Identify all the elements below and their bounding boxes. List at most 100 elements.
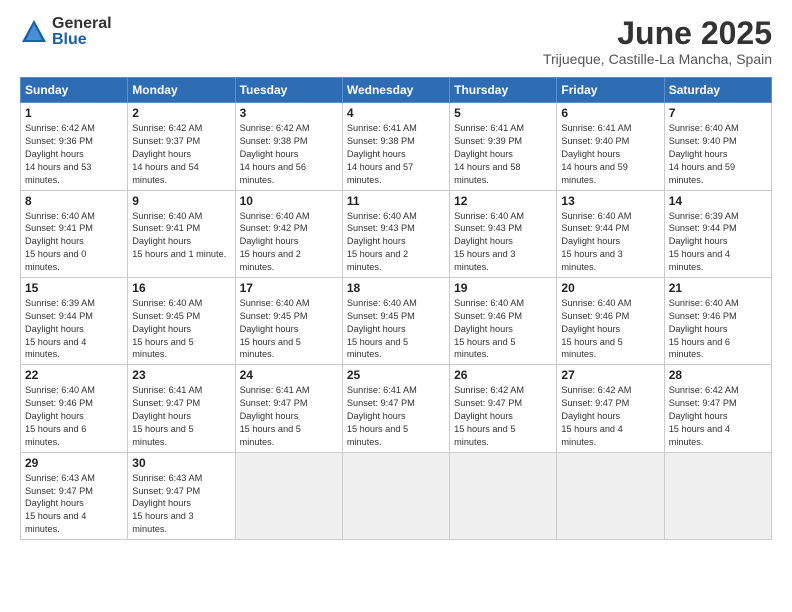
day-number: 3 — [240, 106, 338, 120]
calendar-cell: 2 Sunrise: 6:42 AMSunset: 9:37 PMDaylight… — [128, 103, 235, 190]
day-info: Sunrise: 6:40 AMSunset: 9:46 PMDaylight … — [454, 297, 552, 361]
calendar-cell: 23Sunrise: 6:41 AMSunset: 9:47 PMDayligh… — [128, 365, 235, 452]
calendar-cell — [450, 452, 557, 539]
calendar-cell: 9Sunrise: 6:40 AMSunset: 9:41 PMDaylight… — [128, 190, 235, 277]
month-title: June 2025 — [543, 16, 772, 51]
day-number: 29 — [25, 456, 123, 470]
day-number: 22 — [25, 368, 123, 382]
calendar-cell: 12Sunrise: 6:40 AMSunset: 9:43 PMDayligh… — [450, 190, 557, 277]
calendar-cell: 17Sunrise: 6:40 AMSunset: 9:45 PMDayligh… — [235, 277, 342, 364]
day-number: 2 — [132, 106, 230, 120]
calendar-cell: 26Sunrise: 6:42 AMSunset: 9:47 PMDayligh… — [450, 365, 557, 452]
day-number: 1 — [25, 106, 123, 120]
col-header-wednesday: Wednesday — [342, 78, 449, 103]
location-title: Trijueque, Castille-La Mancha, Spain — [543, 51, 772, 67]
day-info: Sunrise: 6:39 AMSunset: 9:44 PMDaylight … — [669, 210, 767, 274]
logo-blue-text: Blue — [52, 32, 112, 48]
col-header-tuesday: Tuesday — [235, 78, 342, 103]
day-number: 18 — [347, 281, 445, 295]
calendar-cell: 7 Sunrise: 6:40 AMSunset: 9:40 PMDaylight… — [664, 103, 771, 190]
calendar-cell: 6 Sunrise: 6:41 AMSunset: 9:40 PMDaylight… — [557, 103, 664, 190]
day-number: 4 — [347, 106, 445, 120]
day-number: 30 — [132, 456, 230, 470]
day-info: Sunrise: 6:40 AMSunset: 9:43 PMDaylight … — [454, 210, 552, 274]
calendar-cell: 18 Sunrise: 6:40 AMSunset: 9:45 PMDayligh… — [342, 277, 449, 364]
day-info: Sunrise: 6:42 AMSunset: 9:38 PMDaylight … — [240, 122, 338, 186]
day-info: Sunrise: 6:43 AMSunset: 9:47 PMDaylight … — [132, 472, 230, 536]
col-header-monday: Monday — [128, 78, 235, 103]
day-info: Sunrise: 6:41 AMSunset: 9:38 PMDaylight … — [347, 122, 445, 186]
calendar-cell: 14 Sunrise: 6:39 AMSunset: 9:44 PMDayligh… — [664, 190, 771, 277]
day-info: Sunrise: 6:41 AMSunset: 9:47 PMDaylight … — [347, 384, 445, 448]
day-number: 7 — [669, 106, 767, 120]
calendar-cell: 21 Sunrise: 6:40 AMSunset: 9:46 PMDayligh… — [664, 277, 771, 364]
day-info: Sunrise: 6:40 AMSunset: 9:46 PMDaylight … — [669, 297, 767, 361]
day-info: Sunrise: 6:40 AMSunset: 9:41 PMDaylight … — [25, 210, 123, 274]
day-number: 14 — [669, 194, 767, 208]
day-number: 26 — [454, 368, 552, 382]
day-info: Sunrise: 6:40 AMSunset: 9:45 PMDaylight … — [132, 297, 230, 361]
calendar-page: General Blue June 2025 Trijueque, Castil… — [0, 0, 792, 612]
calendar-cell: 22 Sunrise: 6:40 AMSunset: 9:46 PMDayligh… — [21, 365, 128, 452]
day-number: 15 — [25, 281, 123, 295]
day-info: Sunrise: 6:42 AMSunset: 9:36 PMDaylight … — [25, 122, 123, 186]
calendar-cell — [557, 452, 664, 539]
day-info: Sunrise: 6:40 AMSunset: 9:44 PMDaylight … — [561, 210, 659, 274]
col-header-thursday: Thursday — [450, 78, 557, 103]
calendar-cell: 5Sunrise: 6:41 AMSunset: 9:39 PMDaylight… — [450, 103, 557, 190]
day-number: 24 — [240, 368, 338, 382]
calendar-cell: 30 Sunrise: 6:43 AMSunset: 9:47 PMDayligh… — [128, 452, 235, 539]
day-info: Sunrise: 6:42 AMSunset: 9:47 PMDaylight … — [669, 384, 767, 448]
calendar-cell: 10 Sunrise: 6:40 AMSunset: 9:42 PMDayligh… — [235, 190, 342, 277]
day-info: Sunrise: 6:40 AMSunset: 9:46 PMDaylight … — [25, 384, 123, 448]
day-info: Sunrise: 6:41 AMSunset: 9:47 PMDaylight … — [240, 384, 338, 448]
day-info: Sunrise: 6:40 AMSunset: 9:40 PMDaylight … — [669, 122, 767, 186]
calendar-cell: 29 Sunrise: 6:43 AMSunset: 9:47 PMDayligh… — [21, 452, 128, 539]
calendar-cell: 28 Sunrise: 6:42 AMSunset: 9:47 PMDayligh… — [664, 365, 771, 452]
logo-general-text: General — [52, 16, 112, 32]
day-number: 10 — [240, 194, 338, 208]
calendar-week-3: 15Sunrise: 6:39 AMSunset: 9:44 PMDayligh… — [21, 277, 772, 364]
day-number: 8 — [25, 194, 123, 208]
col-header-saturday: Saturday — [664, 78, 771, 103]
calendar-cell: 3 Sunrise: 6:42 AMSunset: 9:38 PMDaylight… — [235, 103, 342, 190]
calendar-cell — [664, 452, 771, 539]
day-info: Sunrise: 6:40 AMSunset: 9:43 PMDaylight … — [347, 210, 445, 274]
calendar-cell: 24 Sunrise: 6:41 AMSunset: 9:47 PMDayligh… — [235, 365, 342, 452]
calendar-cell: 19 Sunrise: 6:40 AMSunset: 9:46 PMDayligh… — [450, 277, 557, 364]
calendar-cell: 1 Sunrise: 6:42 AMSunset: 9:36 PMDaylight… — [21, 103, 128, 190]
calendar-cell: 4 Sunrise: 6:41 AMSunset: 9:38 PMDaylight… — [342, 103, 449, 190]
calendar-cell: 16 Sunrise: 6:40 AMSunset: 9:45 PMDayligh… — [128, 277, 235, 364]
day-info: Sunrise: 6:40 AMSunset: 9:42 PMDaylight … — [240, 210, 338, 274]
day-number: 6 — [561, 106, 659, 120]
day-number: 23 — [132, 368, 230, 382]
day-number: 20 — [561, 281, 659, 295]
calendar-cell: 13 Sunrise: 6:40 AMSunset: 9:44 PMDayligh… — [557, 190, 664, 277]
day-info: Sunrise: 6:43 AMSunset: 9:47 PMDaylight … — [25, 472, 123, 536]
day-info: Sunrise: 6:40 AMSunset: 9:45 PMDaylight … — [347, 297, 445, 361]
day-number: 13 — [561, 194, 659, 208]
calendar-cell: 8 Sunrise: 6:40 AMSunset: 9:41 PMDaylight… — [21, 190, 128, 277]
day-number: 17 — [240, 281, 338, 295]
day-number: 27 — [561, 368, 659, 382]
day-number: 5 — [454, 106, 552, 120]
col-header-friday: Friday — [557, 78, 664, 103]
day-number: 9 — [132, 194, 230, 208]
calendar-table: SundayMondayTuesdayWednesdayThursdayFrid… — [20, 77, 772, 540]
logo-icon — [20, 18, 48, 46]
calendar-cell: 27 Sunrise: 6:42 AMSunset: 9:47 PMDayligh… — [557, 365, 664, 452]
day-info: Sunrise: 6:40 AMSunset: 9:46 PMDaylight … — [561, 297, 659, 361]
col-header-sunday: Sunday — [21, 78, 128, 103]
day-info: Sunrise: 6:42 AMSunset: 9:37 PMDaylight … — [132, 122, 230, 186]
day-info: Sunrise: 6:41 AMSunset: 9:40 PMDaylight … — [561, 122, 659, 186]
calendar-cell: 20 Sunrise: 6:40 AMSunset: 9:46 PMDayligh… — [557, 277, 664, 364]
calendar-week-5: 29 Sunrise: 6:43 AMSunset: 9:47 PMDayligh… — [21, 452, 772, 539]
day-info: Sunrise: 6:42 AMSunset: 9:47 PMDaylight … — [561, 384, 659, 448]
day-number: 21 — [669, 281, 767, 295]
calendar-week-4: 22 Sunrise: 6:40 AMSunset: 9:46 PMDayligh… — [21, 365, 772, 452]
calendar-week-1: 1 Sunrise: 6:42 AMSunset: 9:36 PMDaylight… — [21, 103, 772, 190]
day-number: 16 — [132, 281, 230, 295]
calendar-cell: 15Sunrise: 6:39 AMSunset: 9:44 PMDayligh… — [21, 277, 128, 364]
day-number: 28 — [669, 368, 767, 382]
day-number: 19 — [454, 281, 552, 295]
